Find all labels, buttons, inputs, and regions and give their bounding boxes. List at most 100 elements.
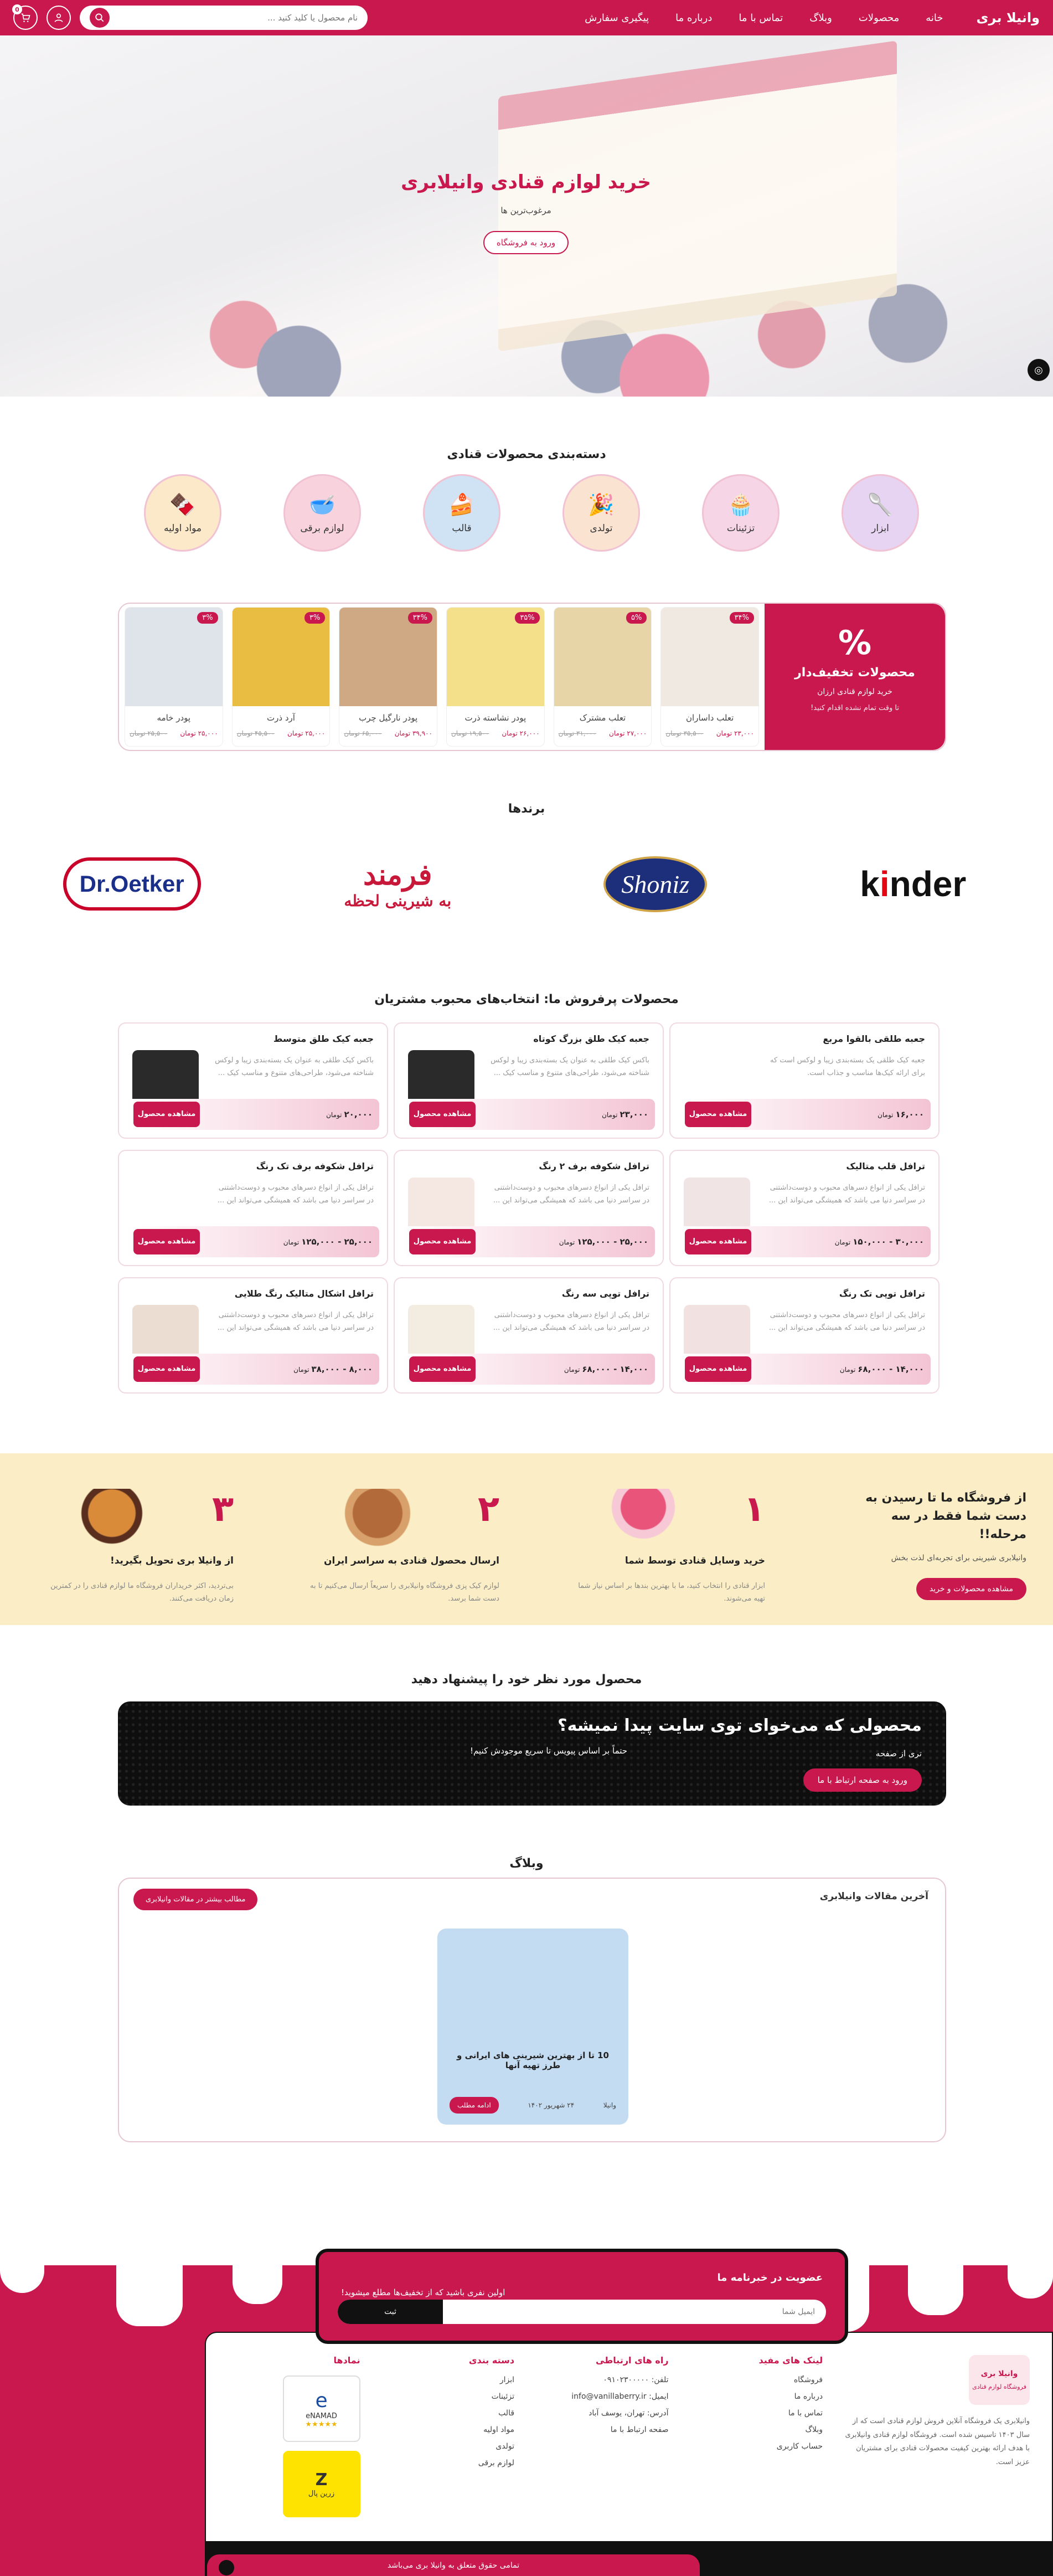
enamad-badge[interactable]: e eNAMAD ★★★★★ bbox=[282, 2376, 360, 2442]
bestseller-card[interactable]: جعبه کیک طلق متوسط باکس کیک طلقی به عنوا… bbox=[118, 1022, 388, 1139]
product-name[interactable]: پودر نشاسته ذرت bbox=[447, 713, 544, 723]
product-thumbnail[interactable] bbox=[132, 1050, 199, 1106]
enter-shop-button[interactable]: ورود به فروشگاه bbox=[483, 231, 569, 254]
post-title[interactable]: 10 تا از بهترین شیرینی های ایرانی و طرز … bbox=[450, 2050, 616, 2070]
view-products-button[interactable]: مشاهده محصولات و خرید bbox=[916, 1578, 1026, 1600]
product-thumbnail[interactable] bbox=[132, 1178, 199, 1233]
view-product-button[interactable]: مشاهده محصول bbox=[685, 1356, 751, 1382]
bestseller-card[interactable]: ترافل اشکال متالیک رنگ طلایی ترافل یکی ا… bbox=[118, 1277, 388, 1394]
product-thumbnail[interactable] bbox=[684, 1050, 750, 1106]
user-account-button[interactable] bbox=[47, 6, 71, 30]
product-name[interactable]: جعبه طلقی بالقوا مربع bbox=[684, 1034, 925, 1044]
category-electric[interactable]: 🥣 لوازم برقی bbox=[283, 474, 361, 552]
blog-post-card[interactable]: 10 تا از بهترین شیرینی های ایرانی و طرز … bbox=[437, 1929, 628, 2125]
brand-droetker-logo[interactable]: Dr.Oetker bbox=[63, 857, 201, 911]
newsletter-submit-button[interactable]: ثبت bbox=[338, 2300, 443, 2324]
product-thumbnail[interactable] bbox=[408, 1050, 474, 1106]
product-name[interactable]: پودر خامه bbox=[125, 713, 223, 723]
footer-email[interactable]: ایمیل: info@vanillaberry.ir bbox=[536, 2392, 668, 2401]
footer-contact-link[interactable]: صفحه ارتباط با ما bbox=[536, 2425, 669, 2434]
read-more-button[interactable]: ادامه مطلب bbox=[450, 2097, 499, 2114]
view-product-button[interactable]: مشاهده محصول bbox=[409, 1229, 476, 1254]
category-decorations[interactable]: 🧁 تزئینات bbox=[702, 474, 780, 552]
discount-product-card[interactable]: ۳% آرد ذرت ۲۵,۰۰۰ تومان ۴۵,۵۰۰ تومان bbox=[231, 607, 331, 747]
brand-farmand-logo[interactable]: فرمند به شیرینی لحظه bbox=[337, 858, 458, 910]
search-icon[interactable] bbox=[90, 8, 110, 28]
category-birthday[interactable]: 🎉 تولدی bbox=[562, 474, 640, 552]
category-tools[interactable]: 🥄 ابزار bbox=[842, 474, 919, 552]
product-name[interactable]: تعلب مشترک bbox=[554, 713, 652, 723]
view-product-button[interactable]: مشاهده محصول bbox=[133, 1356, 200, 1382]
more-articles-button[interactable]: مطالب بیشتر در مقالات وانیلابری bbox=[133, 1889, 258, 1910]
footer-link-blog[interactable]: وبلاگ bbox=[691, 2425, 823, 2434]
nav-blog[interactable]: وبلاگ bbox=[809, 12, 832, 24]
bestseller-card[interactable]: ترافل قلب متالیک ترافل یکی از انواع دسره… bbox=[669, 1150, 940, 1266]
instagram-float-icon[interactable]: ◎ bbox=[1028, 359, 1050, 381]
product-name[interactable]: آرد ذرت bbox=[233, 713, 330, 723]
view-product-button[interactable]: مشاهده محصول bbox=[133, 1102, 200, 1127]
product-thumbnail[interactable] bbox=[684, 1178, 750, 1233]
brands-title: برندها bbox=[508, 802, 545, 816]
bestseller-card[interactable]: جعبه کیک طلق بزرگ کوتاه باکس کیک طلقی به… bbox=[394, 1022, 664, 1139]
search-input[interactable] bbox=[110, 13, 358, 23]
nav-about[interactable]: درباره ما bbox=[675, 12, 712, 24]
product-name[interactable]: پودر نارگیل چرب bbox=[339, 713, 437, 723]
product-name[interactable]: ترافل اشکال متالیک رنگ طلایی bbox=[132, 1288, 374, 1299]
product-name[interactable]: ترافل شکوفه برف ۲ رنگ bbox=[408, 1161, 649, 1171]
bestseller-card[interactable]: ترافل شکوفه برف ۲ رنگ ترافل یکی از انواع… bbox=[394, 1150, 664, 1266]
footer-cat-decor[interactable]: تزئینات bbox=[383, 2392, 514, 2401]
view-product-button[interactable]: مشاهده محصول bbox=[409, 1102, 476, 1127]
discount-product-card[interactable]: ۳۵% پودر نشاسته ذرت ۲۶,۰۰۰ تومان ۱۹,۵۰۰ … bbox=[446, 607, 545, 747]
footer-logo[interactable]: وانیلا بری فروشگاه لوازم قنادی bbox=[969, 2355, 1030, 2405]
footer-cat-molds[interactable]: قالب bbox=[383, 2409, 514, 2418]
nav-products[interactable]: محصولات bbox=[859, 12, 899, 24]
product-thumbnail[interactable] bbox=[132, 1305, 199, 1360]
bestseller-card[interactable]: ترافل توپی سه رنگ ترافل یکی از انواع دسر… bbox=[394, 1277, 664, 1394]
step-number: ۲ bbox=[477, 1489, 499, 1530]
nav-contact[interactable]: تماس با ما bbox=[739, 12, 783, 24]
footer-address: آدرس: تهران، یوسف آباد bbox=[589, 2409, 669, 2418]
category-ingredients[interactable]: 🍫 مواد اولیه bbox=[144, 474, 221, 552]
footer-link-about[interactable]: درباره ما bbox=[691, 2392, 823, 2401]
product-name[interactable]: تعلب داساران bbox=[661, 713, 758, 723]
zarinpal-badge[interactable]: Z زرین پال bbox=[282, 2451, 360, 2517]
view-product-button[interactable]: مشاهده محصول bbox=[133, 1229, 200, 1254]
cart-button[interactable]: 0 bbox=[12, 4, 38, 30]
discount-product-card[interactable]: ۳۴% پودر نارگیل چرب ۳۹,۹۰۰ تومان ۶۵,۰۰۰ … bbox=[339, 607, 437, 747]
bestseller-card[interactable]: جعبه طلقی بالقوا مربع جعبه کیک طلقی یک ب… bbox=[669, 1022, 940, 1139]
brand-kinder-logo[interactable]: kinder bbox=[852, 863, 974, 904]
product-old-price: ۳۱,۰۰۰ تومان bbox=[558, 729, 596, 737]
product-thumbnail[interactable] bbox=[408, 1305, 474, 1360]
brand-logo[interactable]: وانیلا بری bbox=[977, 10, 1040, 25]
bestseller-card[interactable]: ترافل توپی تک رنگ ترافل یکی از انواع دسر… bbox=[669, 1277, 940, 1394]
footer-cat-birthday[interactable]: تولدی bbox=[383, 2442, 514, 2451]
view-product-button[interactable]: مشاهده محصول bbox=[685, 1229, 751, 1254]
product-thumbnail[interactable] bbox=[684, 1305, 750, 1360]
footer-cat-ingredients[interactable]: مواد اولیه bbox=[383, 2425, 514, 2434]
bestseller-card[interactable]: ترافل شکوفه برف تک رنگ ترافل یکی از انوا… bbox=[118, 1150, 388, 1266]
product-name[interactable]: ترافل توپی تک رنگ bbox=[684, 1288, 925, 1299]
view-product-button[interactable]: مشاهده محصول bbox=[409, 1356, 476, 1382]
contact-page-button[interactable]: ورود به صفحه ارتباط با ما bbox=[803, 1768, 922, 1792]
discount-product-card[interactable]: ۵% تعلب مشترک ۲۷,۰۰۰ تومان ۳۱,۰۰۰ تومان bbox=[553, 607, 652, 747]
view-product-button[interactable]: مشاهده محصول bbox=[685, 1102, 751, 1127]
brand-shoniz-logo[interactable]: Shoniz bbox=[595, 856, 716, 912]
footer-link-contact[interactable]: تماس با ما bbox=[691, 2409, 823, 2418]
product-name[interactable]: ترافل قلب متالیک bbox=[684, 1161, 925, 1171]
discount-product-card[interactable]: ۳% پودر خامه ۲۵,۰۰۰ تومان ۲۵,۵۰۰ تومان bbox=[124, 607, 223, 747]
product-name[interactable]: ترافل توپی سه رنگ bbox=[408, 1288, 649, 1299]
nav-order-tracking[interactable]: پیگیری سفارش bbox=[585, 12, 649, 24]
product-name[interactable]: جعبه کیک طلق متوسط bbox=[132, 1034, 374, 1044]
footer-cat-tools[interactable]: ابزار bbox=[383, 2376, 514, 2384]
nav-home[interactable]: خانه bbox=[926, 12, 943, 24]
footer-link-account[interactable]: حساب کاربری bbox=[691, 2442, 823, 2451]
product-name[interactable]: ترافل شکوفه برف تک رنگ bbox=[132, 1161, 374, 1171]
footer-phone[interactable]: تلفن: ۰۹۱۰۲۳۰۰۰۰۰ bbox=[536, 2376, 668, 2384]
product-thumbnail[interactable] bbox=[408, 1178, 474, 1233]
footer-link-shop[interactable]: فروشگاه bbox=[691, 2376, 823, 2384]
footer-cat-electric[interactable]: لوازم برقی bbox=[383, 2459, 514, 2467]
discount-product-card[interactable]: ۳۴% تعلب داساران ۲۳,۰۰۰ تومان ۳۵,۵۰۰ توم… bbox=[660, 607, 759, 747]
product-name[interactable]: جعبه کیک طلق بزرگ کوتاه bbox=[408, 1034, 649, 1044]
footer-instagram-icon[interactable] bbox=[219, 2560, 234, 2575]
category-molds[interactable]: 🍰 قالب bbox=[423, 474, 500, 552]
